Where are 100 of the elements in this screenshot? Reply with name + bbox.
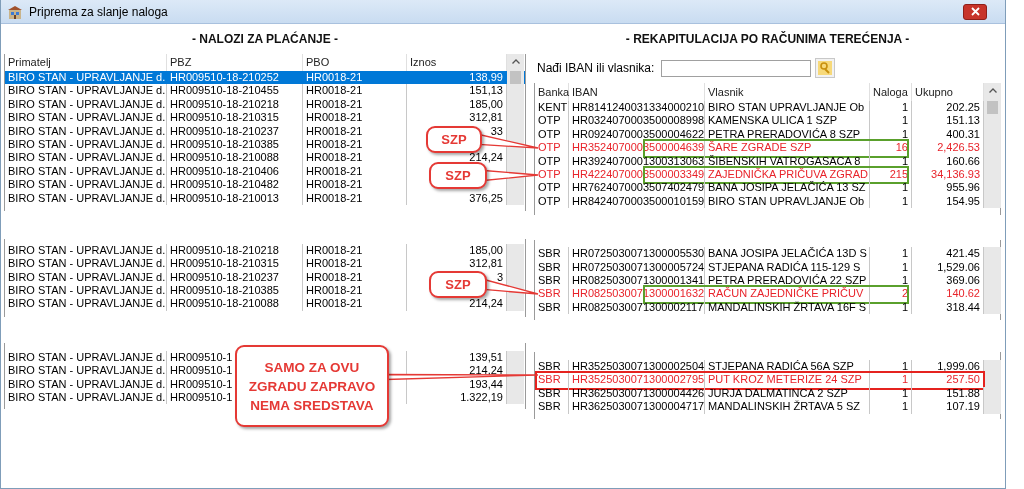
table-cell: HR0018-21 (303, 191, 407, 205)
table-cell: 1 (870, 386, 912, 401)
table-row[interactable]: OTP HR0324070003500008998 KAMENSKA ULICA 1 SZP 1 151.13 (535, 114, 1000, 128)
table-cell: SBR (535, 273, 569, 288)
table-row[interactable]: BIRO STAN - UPRAVLJANJE d. HR009510-18-210455 HR0018-21 151,13 (5, 84, 525, 98)
table-cell: 257.50 (912, 373, 984, 387)
table-cell: HR009510-18-210406 (167, 164, 303, 179)
callout: SZP (429, 162, 487, 189)
table-row[interactable]: SBR HR3525030071300002795 PUT KROZ METERIZE 24 SZP 1 257.50 (535, 373, 1000, 387)
table-cell: HR8424070003500010159 (569, 194, 705, 209)
column-header[interactable]: Naloga (870, 83, 912, 101)
table-cell: HR009510-18-210218 (167, 243, 303, 258)
table-cell: JURJA DALMATINCA 2 SZP (705, 386, 870, 401)
table-cell: HR3525030071300002504 (569, 360, 705, 374)
table-cell: BANA JOSIPA JELAČIĆA 13D S (705, 247, 870, 261)
table-cell: SBR (535, 260, 569, 274)
search-field[interactable] (661, 59, 812, 77)
table-cell: HR0018-21 (303, 297, 407, 311)
table-cell: PETRA PRERADOVIĆA 8 SZP (705, 127, 870, 142)
table-cell: ŠIBENSKIH VATROGASACA 8 (705, 154, 870, 168)
table-row[interactable]: BIRO STAN - UPRAVLJANJE d. HR009510-18-210315 HR0018-21 312,81 (5, 257, 525, 271)
table-cell: BIRO STAN - UPRAVLJANJE d. (5, 284, 167, 298)
table-row[interactable]: SBR HR0825030071300001341 PETRA PRERADOVIĆA 22 SZP 1 369.06 (535, 273, 1000, 288)
table-cell: PUT KROZ METERIZE 24 SZP (705, 373, 870, 387)
table-row[interactable]: BIRO STAN - UPRAVLJANJE d. HR009510-18-210218 HR0018-21 185,00 (5, 243, 525, 258)
scrollbar-thumb[interactable] (987, 101, 998, 115)
table-cell: HR0018-21 (303, 257, 407, 271)
table-cell: HR3625030071300004717 (569, 400, 705, 414)
table-cell: BIRO STAN - UPRAVLJANJE d. (5, 350, 167, 365)
column-header[interactable]: IBAN (569, 83, 705, 101)
table-cell: ŠARE ZGRADE SZP (705, 141, 870, 155)
table-cell: 1 (870, 194, 912, 209)
table-cell: ZAJEDNIČKA PRIČUVA ZGRAD (705, 167, 870, 182)
table-cell: HR0018-21 (303, 164, 407, 179)
table-cell: BANA JOSIPA JELAČIĆA 13 SZ (705, 181, 870, 195)
scrollbar[interactable] (984, 83, 1001, 101)
table-cell: HR0018-21 (303, 243, 407, 258)
table-row[interactable]: SBR HR0725030071300005724 STJEPANA RADIĆA 115-129 S 1 1,529.06 (535, 260, 1000, 274)
table-cell: OTP (535, 154, 569, 168)
column-header[interactable]: Banka (535, 83, 569, 101)
table-cell: HR0018-21 (303, 137, 407, 152)
table-cell: HR009510-18-210385 (167, 137, 303, 152)
table-cell: 1 (870, 373, 912, 387)
table-cell: HR009510-18-210237 (167, 124, 303, 138)
table-cell: KENT (535, 101, 569, 115)
table-cell: BIRO STAN - UPRAVLJANJE d. (5, 257, 167, 271)
table-cell: 1 (870, 247, 912, 261)
table-cell: BIRO STAN - UPRAVLJANJE d. (5, 71, 167, 85)
table-cell: HR3924070001300313063 (569, 154, 705, 168)
column-header[interactable]: Vlasnik (705, 83, 870, 101)
close-icon (970, 7, 980, 16)
search-button[interactable] (815, 58, 836, 78)
table-cell: HR009510-18-210252 (167, 71, 303, 85)
table-row[interactable]: SBR HR3525030071300002504 STJEPANA RADIĆA 56A SZP 1 1,999.06 (535, 360, 1000, 374)
app-icon (7, 4, 23, 19)
table-row[interactable]: BIRO STAN - UPRAVLJANJE d. HR009510-18-210218 HR0018-21 185,00 (5, 97, 525, 112)
table-cell: 1 (870, 154, 912, 168)
table-row[interactable]: OTP HR3924070001300313063 ŠIBENSKIH VATROGASACA 8 1 160.66 (535, 154, 1000, 168)
table-cell: BIRO STAN - UPRAVLJANJE d. (5, 191, 167, 205)
table-cell: MANDALINSKIH ŽRTAVA 16F S (705, 300, 870, 315)
table-cell: HR0018-21 (303, 71, 407, 85)
table-cell: OTP (535, 114, 569, 128)
table-row[interactable]: BIRO STAN - UPRAVLJANJE d. HR009510-18-210315 HR0018-21 312,81 (5, 111, 525, 125)
table-cell: BIRO STAN - UPRAVLJANJE d. (5, 297, 167, 311)
table-cell: BIRO STAN - UPRAVLJANJE d. (5, 97, 167, 112)
table-row[interactable]: OTP HR7624070003507402479 BANA JOSIPA JELAČIĆA 13 SZ 1 955.96 (535, 181, 1000, 195)
table-cell: 1 (870, 101, 912, 115)
table-cell: BIRO STAN - UPRAVLJANJE d. (5, 178, 167, 192)
table-row[interactable]: SBR HR3625030071300004426 JURJA DALMATINCA 2 SZP 1 151.88 (535, 386, 1000, 401)
table-cell: HR7624070003507402479 (569, 181, 705, 195)
table-cell: HR009510-18-210237 (167, 270, 303, 285)
table-cell: SBR (535, 247, 569, 261)
table-row[interactable]: BIRO STAN - UPRAVLJANJE d. HR009510-18-210013 HR0018-21 376,25 (5, 191, 525, 205)
caret-up-icon (988, 88, 997, 93)
search-icon (818, 61, 833, 75)
table-cell: BIRO STAN - UPRAVLJANJE d. (5, 243, 167, 258)
table-row[interactable]: SBR HR0825030071300002117 MANDALINSKIH ŽRTAVA 16F S 1 318.44 (535, 300, 1000, 315)
table-row[interactable]: OTP HR0924070003500004622 PETRA PRERADOVIĆA 8 SZP 1 400.31 (535, 127, 1000, 142)
table-cell: 1 (870, 360, 912, 374)
table-row[interactable]: BIRO STAN - UPRAVLJANJE d. HR009510-18-210252 HR0018-21 138,99 (5, 71, 525, 85)
table-cell: BIRO STAN - UPRAVLJANJE d. (5, 84, 167, 98)
table-row[interactable]: KENT HR8141240031334000210 BIRO STAN UPRAVLJANJE Ob 1 202.25 (535, 101, 1000, 115)
table-row[interactable]: SBR HR3625030071300004717 MANDALINSKIH ŽRTAVA 5 SZ 1 107.19 (535, 400, 1000, 414)
table-row[interactable]: SBR HR0725030071300005530 BANA JOSIPA JELAČIĆA 13D S 1 421.45 (535, 247, 1000, 261)
close-button[interactable] (963, 3, 987, 20)
table-cell: STJEPANA RADIĆA 56A SZP (705, 360, 870, 374)
scrollbar-thumb[interactable] (510, 71, 521, 85)
callout: SZP (429, 271, 487, 298)
table-row[interactable]: OTP HR8424070003500010159 BIRO STAN UPRAVLJANJE Ob 1 154.95 (535, 194, 1000, 209)
table-cell: HR0018-21 (303, 178, 407, 192)
table-cell: 1 (870, 181, 912, 195)
table-cell: HR009510-18-210013 (167, 191, 303, 205)
search-label: Nađi IBAN ili vlasnika: (537, 61, 655, 75)
table-cell: HR0825030071300001341 (569, 273, 705, 288)
scrollbar[interactable] (507, 54, 524, 71)
caret-up-icon (511, 59, 520, 64)
table-cell: HR0018-21 (303, 124, 407, 138)
table-cell: 1 (870, 400, 912, 414)
section-heading: - NALOZI ZA PLAĆANJE - (190, 30, 340, 48)
table-cell: BIRO STAN - UPRAVLJANJE d. (5, 377, 167, 392)
